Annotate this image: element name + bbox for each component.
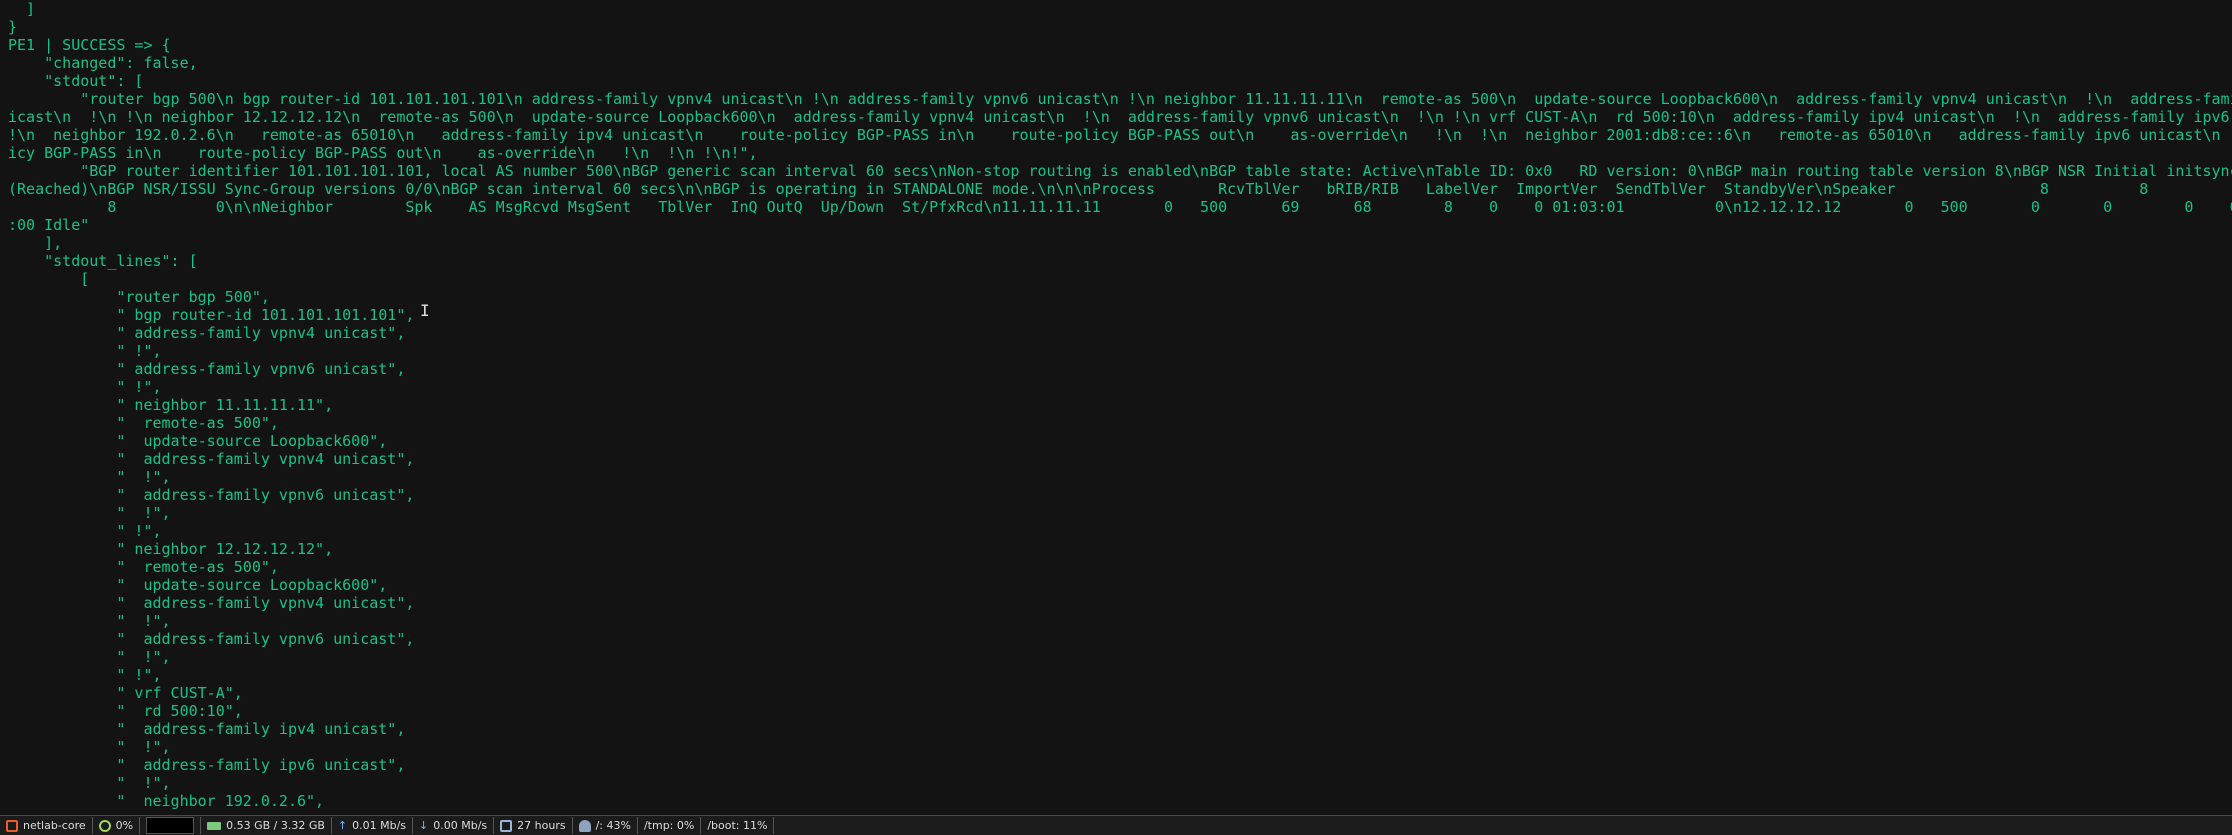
terminal-line: "stdout_lines": [ [8, 252, 198, 270]
status-disk[interactable]: /: 43% [573, 817, 638, 834]
terminal-line: " !", [8, 378, 162, 396]
terminal-line: ] [8, 0, 36, 18]
disk-icon [578, 819, 591, 832]
terminal-line: PE1 | SUCCESS => { [8, 36, 171, 54]
memory-icon [207, 821, 222, 830]
terminal-line: " !", [8, 648, 171, 666]
cpu-value: 0% [115, 819, 134, 832]
upload-icon: ↑ [337, 819, 348, 832]
terminal-line: ], [8, 234, 63, 252]
terminal-line: icy BGP-PASS in\n route-policy BGP-PASS … [8, 144, 758, 162]
terminal-line: !\n neighbor 192.0.2.6\n remote-as 65010… [8, 126, 2221, 144]
terminal-line: " neighbor 11.11.11.11", [8, 396, 334, 414]
terminal-line: " !", [8, 504, 171, 522]
status-disk-tmp[interactable]: /tmp: 0% [638, 817, 702, 834]
terminal-line: " !", [8, 342, 162, 360]
terminal-line: "BGP router identifier 101.101.101.101, … [8, 162, 2232, 180]
terminal-line: " address-family ipv6 unicast", [8, 756, 406, 774]
terminal-line: "router bgp 500\n bgp router-id 101.101.… [8, 90, 2232, 108]
terminal-line: " address-family ipv4 unicast", [8, 720, 406, 738]
terminal-line: " !", [8, 468, 171, 486]
terminal-line: " !", [8, 738, 171, 756]
terminal-line: " address-family vpnv4 unicast", [8, 594, 415, 612]
status-bar: netlab-core 0% 0.53 GB / 3.32 GB ↑ 0.01 … [0, 815, 2232, 835]
terminal-line: } [8, 18, 18, 36]
terminal-line: " remote-as 500", [8, 414, 279, 432]
terminal-line: " !", [8, 666, 162, 684]
terminal-line: " address-family vpnv4 unicast", [8, 450, 415, 468]
memory-value: 0.53 GB / 3.32 GB [226, 819, 325, 832]
terminal-line: " address-family vpnv6 unicast", [8, 630, 415, 648]
terminal-line: " remote-as 500", [8, 558, 279, 576]
terminal-line: " address-family vpnv6 unicast", [8, 486, 415, 504]
terminal-line: "router bgp 500", [8, 288, 270, 306]
download-icon: ↓ [419, 819, 429, 832]
terminal-line: " bgp router-id 101.101.101.101", [8, 306, 415, 324]
status-net-up[interactable]: ↑ 0.01 Mb/s [332, 817, 414, 834]
disk-boot-value: /boot: 11% [707, 819, 768, 832]
status-cpu[interactable]: 0% [93, 817, 141, 834]
disk-tmp-value: /tmp: 0% [643, 819, 695, 832]
status-net-down[interactable]: ↓ 0.00 Mb/s [413, 817, 495, 834]
terminal-output[interactable]: ]} PE1 | SUCCESS => { "changed": false, "… [0, 0, 2232, 814]
terminal-line: " vrf CUST-A", [8, 684, 243, 702]
terminal-line: " address-family vpnv4 unicast", [8, 324, 406, 342]
terminal-line: " update-source Loopback600", [8, 432, 388, 450]
clock-icon [500, 819, 513, 832]
status-uptime[interactable]: 27 hours [494, 817, 573, 834]
text-cursor-icon: I [420, 301, 430, 320]
terminal-line: [ [8, 270, 90, 288]
net-up-value: 0.01 Mb/s [352, 819, 407, 832]
status-memory[interactable]: 0.53 GB / 3.32 GB [201, 817, 332, 834]
cpu-graph [146, 817, 195, 834]
uptime-value: 27 hours [517, 819, 566, 832]
terminal-line: "stdout": [ [8, 72, 144, 90]
terminal-line: " !", [8, 522, 162, 540]
cpu-icon [98, 819, 111, 832]
terminal-line: (Reached)\nBGP NSR/ISSU Sync-Group versi… [8, 180, 2232, 198]
status-hostname[interactable]: netlab-core [0, 817, 93, 834]
terminal-line: icast\n !\n !\n neighbor 12.12.12.12\n r… [8, 108, 2232, 126]
terminal-line: " address-family vpnv6 unicast", [8, 360, 406, 378]
hostname-label: netlab-core [23, 819, 86, 832]
host-icon [6, 819, 18, 832]
terminal-line: " update-source Loopback600", [8, 576, 388, 594]
terminal-line: " !", [8, 612, 171, 630]
terminal-line: :00 Idle" [8, 216, 90, 234]
status-blank [140, 817, 202, 834]
net-down-value: 0.00 Mb/s [433, 819, 488, 832]
terminal-line: " neighbor 12.12.12.12", [8, 540, 334, 558]
terminal-line: " rd 500:10", [8, 702, 243, 720]
terminal-line: 8 0\n\nNeighbor Spk AS MsgRcvd MsgSent T… [8, 198, 2232, 216]
terminal-line: " !", [8, 774, 171, 792]
terminal-line: "changed": false, [8, 54, 198, 72]
status-disk-boot[interactable]: /boot: 11% [701, 817, 775, 834]
terminal-line: " neighbor 192.0.2.6", [8, 792, 325, 810]
disk-root-value: /: 43% [595, 819, 631, 832]
